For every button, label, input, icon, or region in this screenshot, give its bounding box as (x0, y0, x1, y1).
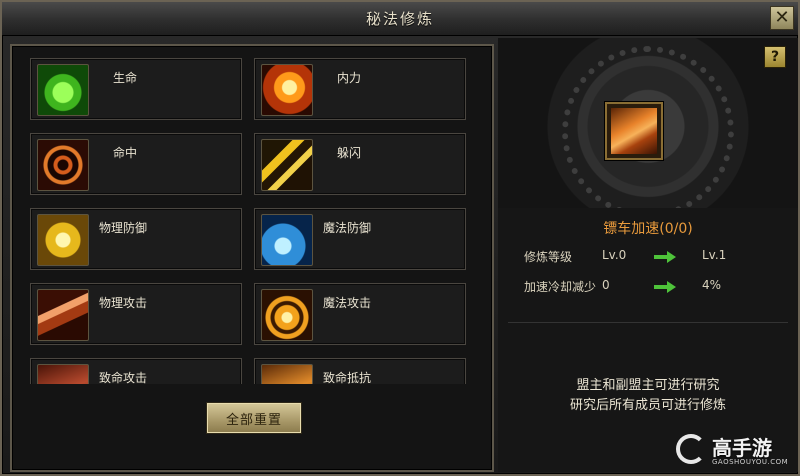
watermark-domain: GAOSHOUYOU.COM (712, 458, 789, 466)
skill-item-accuracy[interactable]: 命中 (30, 133, 242, 195)
stat-row-level: 修炼等级 Lv.0 Lv.1 (524, 248, 794, 266)
skill-item-physical-attack[interactable]: 物理攻击 (30, 283, 242, 345)
window-title: 秘法修炼 (365, 10, 434, 28)
skill-list-panel: 生命 内力 命中 躲闪 物理防御 魔法防御 物理攻击 魔法攻击 致命攻击 致命抵… (10, 44, 494, 472)
skill-item-magic-attack[interactable]: 魔法攻击 (254, 283, 466, 345)
skill-label: 躲闪 (337, 146, 362, 160)
skill-detail-panel: ? 镖车加速(0/0) 修炼等级 Lv.0 Lv.1 加速冷却减少 0 4% 盟… (498, 38, 798, 472)
stat-from: Lv.0 (602, 248, 627, 262)
accuracy-icon (37, 139, 89, 191)
skill-item-critical-resist[interactable]: 致命抵抗 (254, 358, 466, 384)
title-bar: 秘法修炼 ✕ (2, 2, 798, 36)
skill-label: 魔法攻击 (323, 296, 372, 310)
skill-item-physical-defense[interactable]: 物理防御 (30, 208, 242, 270)
skill-label: 内力 (337, 71, 362, 85)
life-icon (37, 64, 89, 116)
stat-label: 加速冷却减少 (524, 280, 597, 294)
skill-item-life[interactable]: 生命 (30, 58, 242, 120)
brand-logo-icon (676, 434, 706, 464)
stat-to: 4% (702, 278, 722, 292)
skill-list-scroll[interactable]: 生命 内力 命中 躲闪 物理防御 魔法防御 物理攻击 魔法攻击 致命攻击 致命抵… (30, 58, 490, 384)
dodge-icon (261, 139, 313, 191)
skill-label: 致命抵抗 (323, 371, 372, 384)
selected-skill-frame (605, 102, 663, 160)
inner-power-icon (261, 64, 313, 116)
stat-row-cooldown: 加速冷却减少 0 4% (524, 278, 794, 296)
skill-label: 魔法防御 (323, 221, 372, 235)
stat-from: 0 (602, 278, 610, 292)
skill-item-dodge[interactable]: 躲闪 (254, 133, 466, 195)
escort-speed-icon (611, 108, 657, 154)
skill-label: 生命 (113, 71, 138, 85)
close-button[interactable]: ✕ (770, 6, 794, 30)
help-button[interactable]: ? (764, 46, 786, 68)
watermark-brand: 高手游 (712, 436, 772, 460)
physical-defense-icon (37, 214, 89, 266)
green-arrow-icon (654, 281, 676, 293)
skill-label: 致命攻击 (99, 371, 148, 384)
cultivation-window: 秘法修炼 ✕ 生命 内力 命中 躲闪 物理防御 魔法防御 物理攻击 魔法攻击 致… (0, 0, 800, 476)
green-arrow-icon (654, 251, 676, 263)
watermark: 高手游 GAOSHOUYOU.COM (676, 434, 796, 472)
magic-attack-icon (261, 289, 313, 341)
skill-item-inner-power[interactable]: 内力 (254, 58, 466, 120)
permission-note: 盟主和副盟主可进行研究 (576, 378, 720, 393)
selected-skill-name: 镖车加速(0/0) (603, 221, 693, 237)
stat-to: Lv.1 (702, 248, 727, 262)
reset-all-button[interactable]: 全部重置 (206, 402, 302, 434)
cultivation-note: 研究后所有成员可进行修炼 (569, 398, 726, 413)
skill-grid: 生命 内力 命中 躲闪 物理防御 魔法防御 物理攻击 魔法攻击 致命攻击 致命抵… (30, 58, 490, 384)
skill-label: 物理攻击 (99, 296, 148, 310)
physical-attack-icon (37, 289, 89, 341)
divider (508, 322, 788, 323)
skill-item-magic-defense[interactable]: 魔法防御 (254, 208, 466, 270)
magic-defense-icon (261, 214, 313, 266)
skill-item-critical-attack[interactable]: 致命攻击 (30, 358, 242, 384)
critical-attack-icon (37, 364, 89, 384)
skill-label: 命中 (113, 146, 138, 160)
skill-label: 物理防御 (99, 221, 148, 235)
stat-label: 修炼等级 (524, 250, 573, 264)
critical-resist-icon (261, 364, 313, 384)
